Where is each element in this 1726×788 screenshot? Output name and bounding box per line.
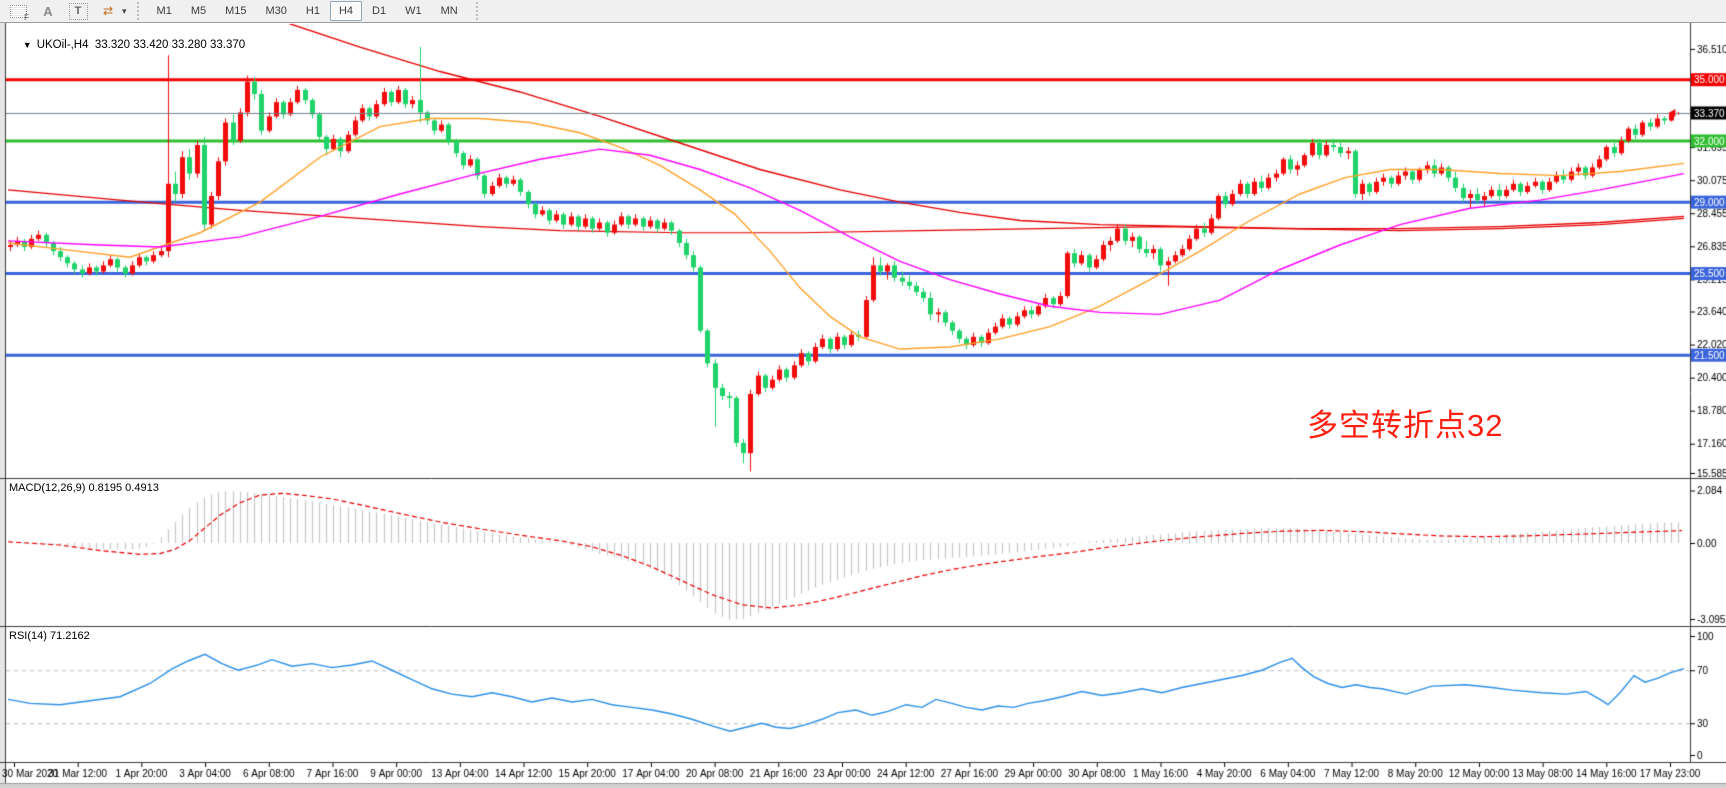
- grid-f-letter: F: [24, 13, 29, 22]
- rsi-indicator-label: RSI(14) 71.2162: [9, 630, 90, 642]
- timeframe-button-w1[interactable]: W1: [396, 1, 431, 21]
- text-t-icon[interactable]: T: [66, 2, 90, 20]
- toolbar-separator: [137, 2, 142, 20]
- chart-header: ▼ UKOil-,H4 33.320 33.420 33.280 33.370: [10, 27, 245, 63]
- arrows-glyph: ⇄: [103, 4, 113, 18]
- symbol-dropdown-arrow[interactable]: ▼: [23, 40, 32, 50]
- t-box-glyph: T: [69, 3, 88, 20]
- cycle-arrows-icon[interactable]: ⇄: [96, 2, 120, 20]
- chart-annotation-text[interactable]: 多空转折点32: [1307, 400, 1503, 445]
- toolbar: F A T ⇄ ▾ M1M5M15M30H1H4D1W1MN: [0, 0, 1726, 23]
- timeframe-button-d1[interactable]: D1: [363, 1, 395, 21]
- dropdown-caret-icon[interactable]: ▾: [122, 6, 127, 17]
- grid-f-icon[interactable]: F: [6, 2, 30, 20]
- timeframe-button-h4[interactable]: H4: [330, 1, 362, 21]
- timeframe-button-h1[interactable]: H1: [297, 1, 329, 21]
- timeframe-button-m30[interactable]: M30: [257, 1, 296, 21]
- toolbar-separator: [476, 2, 481, 20]
- price-axis[interactable]: [1691, 23, 1726, 762]
- macd-indicator-label: MACD(12,26,9) 0.8195 0.4913: [9, 482, 159, 494]
- ohlc-values: 33.320 33.420 33.280 33.370: [95, 39, 245, 51]
- timeframe-button-mn[interactable]: MN: [432, 1, 467, 21]
- timeframe-button-m15[interactable]: M15: [216, 1, 255, 21]
- mt4-terminal-window: { "ui": { "toolbar": { "icons": [ {"name…: [0, 0, 1726, 788]
- text-a-icon[interactable]: A: [36, 2, 60, 20]
- timeframe-buttons: M1M5M15M30H1H4D1W1MN: [148, 1, 468, 21]
- letter-a-glyph: A: [43, 4, 52, 19]
- symbol-timeframe-label: UKOil-,H4: [37, 39, 89, 51]
- timeframe-button-m5[interactable]: M5: [182, 1, 215, 21]
- timeframe-button-m1[interactable]: M1: [148, 1, 181, 21]
